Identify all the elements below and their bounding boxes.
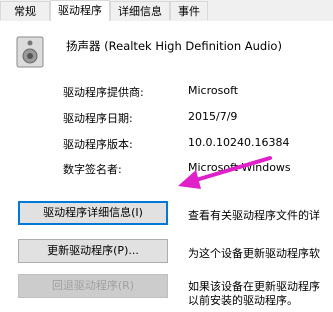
update-driver-button[interactable]: 更新驱动程序(P)... <box>18 239 168 263</box>
roll-back-description-line-2: 以前安装的驱动程序。 <box>188 294 298 307</box>
tab-events[interactable]: 事件 <box>170 1 208 20</box>
update-driver-description: 为这个设备更新驱动程序软 <box>188 247 320 260</box>
version-label: 驱动程序版本: <box>63 138 133 151</box>
driver-tab-panel: 扬声器 (Realtek High Definition Audio) 驱动程序… <box>0 21 333 312</box>
tab-driver[interactable]: 驱动程序 <box>50 0 110 21</box>
driver-details-button[interactable]: 驱动程序详细信息(I) <box>18 201 168 225</box>
tab-details[interactable]: 详细信息 <box>110 1 170 20</box>
device-name: 扬声器 (Realtek High Definition Audio) <box>66 39 282 53</box>
driver-details-description: 查看有关驱动程序文件的详 <box>188 209 320 222</box>
date-value: 2015/7/9 <box>188 110 238 123</box>
tab-general[interactable]: 常规 <box>0 1 50 20</box>
speaker-icon <box>16 36 44 68</box>
tab-bar: 常规 驱动程序 详细信息 事件 <box>0 0 333 22</box>
signer-value: Microsoft Windows <box>188 161 291 174</box>
roll-back-driver-button: 回退驱动程序(R) <box>18 274 168 298</box>
date-label: 驱动程序日期: <box>63 112 133 125</box>
provider-value: Microsoft <box>188 84 239 97</box>
provider-label: 驱动程序提供商: <box>63 86 144 99</box>
signer-label: 数字签名者: <box>63 163 122 176</box>
version-value: 10.0.10240.16384 <box>188 136 290 149</box>
